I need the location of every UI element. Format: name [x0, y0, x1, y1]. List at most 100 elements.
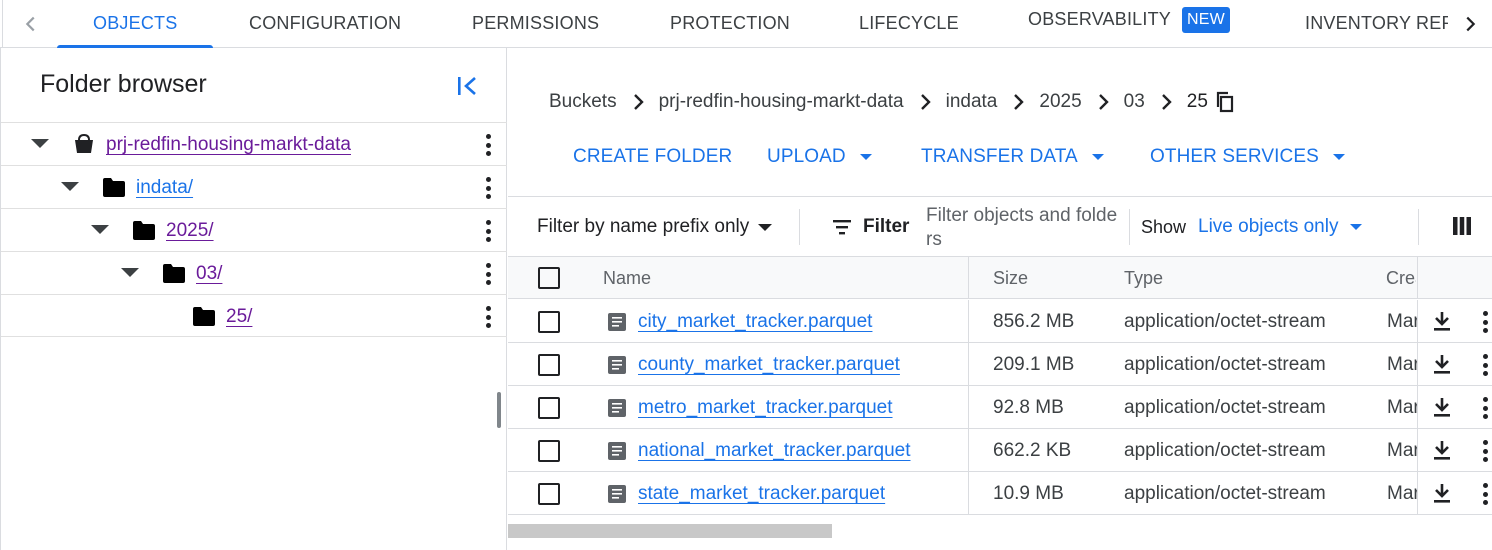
- row-checkbox[interactable]: [538, 397, 560, 419]
- tab-observability-label: OBSERVABILITY: [1028, 9, 1171, 29]
- more-options-icon[interactable]: [483, 175, 493, 201]
- column-divider: [968, 386, 969, 428]
- row-checkbox[interactable]: [538, 354, 560, 376]
- show-objects-select[interactable]: Live objects only: [1198, 216, 1363, 238]
- file-name-link[interactable]: metro_market_tracker.parquet: [638, 397, 893, 419]
- more-options-icon[interactable]: [483, 132, 493, 158]
- tree-item-label[interactable]: indata/: [136, 177, 193, 199]
- chevron-right-icon: [633, 94, 644, 110]
- breadcrumb-buckets[interactable]: Buckets: [549, 91, 617, 113]
- expand-caret-icon[interactable]: [91, 225, 109, 234]
- file-size: 662.2 KB: [993, 440, 1072, 461]
- tree-item-indata[interactable]: indata/: [1, 165, 507, 208]
- table-row[interactable]: city_market_tracker.parquet 856.2 MB app…: [508, 300, 1492, 343]
- tabs-scroll-left-button[interactable]: [2, 0, 58, 47]
- collapse-panel-icon[interactable]: [454, 72, 482, 100]
- tree-item-label[interactable]: prj-redfin-housing-markt-data: [106, 134, 351, 156]
- tree-item-25[interactable]: 25/: [1, 294, 507, 337]
- tree-item-label[interactable]: 03/: [196, 263, 222, 285]
- download-icon[interactable]: [1430, 481, 1454, 505]
- filter-mode-select[interactable]: Filter by name prefix only: [537, 216, 773, 238]
- copy-path-icon[interactable]: [1214, 91, 1236, 113]
- dropdown-arrow-icon: [758, 223, 773, 231]
- other-services-button[interactable]: OTHER SERVICES: [1150, 146, 1345, 168]
- more-options-icon[interactable]: [1480, 395, 1490, 421]
- column-header-name[interactable]: Name: [603, 268, 651, 289]
- row-checkbox[interactable]: [538, 440, 560, 462]
- show-objects-value: Live objects only: [1198, 216, 1339, 237]
- folder-browser-title: Folder browser: [40, 70, 207, 98]
- expand-caret-icon[interactable]: [61, 182, 79, 191]
- tab-permissions[interactable]: PERMISSIONS: [472, 0, 599, 47]
- file-name-link[interactable]: state_market_tracker.parquet: [638, 483, 885, 505]
- column-header-created[interactable]: Created: [1386, 268, 1416, 289]
- upload-label: UPLOAD: [767, 146, 846, 167]
- breadcrumb-2025[interactable]: 2025: [1039, 91, 1081, 113]
- column-header-type[interactable]: Type: [1124, 268, 1163, 289]
- file-type: application/octet-stream: [1124, 440, 1326, 461]
- tab-inventory-reports[interactable]: INVENTORY REPORTS: [1305, 0, 1449, 47]
- tabs-scroll-right-button[interactable]: [1448, 0, 1492, 47]
- file-size: 856.2 MB: [993, 311, 1075, 332]
- download-icon[interactable]: [1430, 309, 1454, 333]
- download-icon[interactable]: [1430, 395, 1454, 419]
- tree-item-label[interactable]: 25/: [226, 306, 252, 328]
- folder-icon: [193, 307, 215, 326]
- tab-observability[interactable]: OBSERVABILITY NEW: [1028, 0, 1230, 43]
- more-options-icon[interactable]: [1480, 438, 1490, 464]
- more-options-icon[interactable]: [483, 304, 493, 330]
- filter-button[interactable]: Filter: [831, 216, 909, 238]
- column-divider: [968, 300, 969, 342]
- more-options-icon[interactable]: [1480, 481, 1490, 507]
- tab-protection[interactable]: PROTECTION: [670, 0, 790, 47]
- row-checkbox[interactable]: [538, 483, 560, 505]
- breadcrumb-03[interactable]: 03: [1124, 91, 1145, 113]
- breadcrumb-bucket[interactable]: prj-redfin-housing-markt-data: [659, 91, 904, 113]
- column-display-icon[interactable]: [1452, 216, 1472, 236]
- table-row[interactable]: national_market_tracker.parquet 662.2 KB…: [508, 429, 1492, 472]
- tab-objects[interactable]: OBJECTS: [56, 0, 215, 48]
- more-options-icon[interactable]: [483, 218, 493, 244]
- chevron-right-icon: [1161, 94, 1172, 110]
- file-name-link[interactable]: city_market_tracker.parquet: [638, 311, 872, 333]
- more-options-icon[interactable]: [483, 261, 493, 287]
- select-all-checkbox[interactable]: [538, 267, 560, 289]
- tree-item-label[interactable]: 2025/: [166, 220, 214, 242]
- download-icon[interactable]: [1430, 438, 1454, 462]
- horizontal-scrollbar[interactable]: [508, 524, 832, 538]
- tab-configuration[interactable]: CONFIGURATION: [249, 0, 401, 47]
- file-size: 92.8 MB: [993, 397, 1064, 418]
- column-header-size[interactable]: Size: [993, 268, 1028, 289]
- filter-list-icon: [833, 220, 851, 235]
- file-type: application/octet-stream: [1124, 397, 1326, 418]
- sticky-actions-column: [1417, 257, 1492, 298]
- breadcrumb: Buckets prj-redfin-housing-markt-data in…: [549, 90, 1236, 114]
- table-row[interactable]: state_market_tracker.parquet 10.9 MB app…: [508, 472, 1492, 515]
- filter-input[interactable]: Filter objects and folders: [926, 204, 1122, 252]
- file-icon: [608, 485, 626, 503]
- create-folder-button[interactable]: CREATE FOLDER: [573, 146, 732, 168]
- expand-caret-icon[interactable]: [121, 268, 139, 277]
- tab-lifecycle[interactable]: LIFECYCLE: [859, 0, 959, 47]
- dropdown-arrow-icon: [859, 154, 872, 160]
- table-row[interactable]: county_market_tracker.parquet 209.1 MB a…: [508, 343, 1492, 386]
- panel-resize-handle[interactable]: [497, 392, 501, 428]
- column-divider[interactable]: [968, 257, 969, 298]
- breadcrumb-indata[interactable]: indata: [946, 91, 998, 113]
- tree-item-03[interactable]: 03/: [1, 251, 507, 294]
- file-name-link[interactable]: county_market_tracker.parquet: [638, 354, 900, 376]
- expand-caret-icon[interactable]: [31, 139, 49, 148]
- tree-item-2025[interactable]: 2025/: [1, 208, 507, 251]
- file-icon: [608, 313, 626, 331]
- tree-item-bucket[interactable]: prj-redfin-housing-markt-data: [1, 122, 507, 165]
- chevron-left-icon: [25, 16, 35, 31]
- download-icon[interactable]: [1430, 352, 1454, 376]
- transfer-data-button[interactable]: TRANSFER DATA: [921, 146, 1104, 168]
- filter-bar: Filter by name prefix only Filter Filter…: [508, 196, 1492, 256]
- file-name-link[interactable]: national_market_tracker.parquet: [638, 440, 911, 462]
- upload-button[interactable]: UPLOAD: [767, 146, 872, 168]
- more-options-icon[interactable]: [1480, 352, 1490, 378]
- row-checkbox[interactable]: [538, 311, 560, 333]
- more-options-icon[interactable]: [1480, 309, 1490, 335]
- table-row[interactable]: metro_market_tracker.parquet 92.8 MB app…: [508, 386, 1492, 429]
